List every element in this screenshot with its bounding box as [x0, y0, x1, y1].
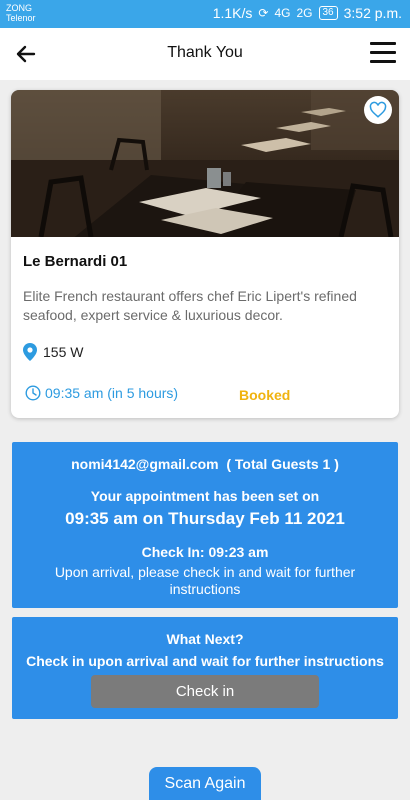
network-speed: 1.1K/s: [212, 5, 253, 21]
what-next-instructions: Check in upon arrival and wait for furth…: [26, 653, 384, 669]
carrier-info: ZONG Telenor: [6, 3, 36, 23]
menu-button[interactable]: [370, 42, 396, 64]
scan-again-button[interactable]: Scan Again: [149, 767, 261, 800]
carrier-1: ZONG: [6, 3, 32, 13]
app-header: Thank You: [0, 28, 410, 80]
total-guests: ( Total Guests 1 ): [226, 456, 339, 472]
clock-icon: [25, 385, 41, 401]
check-in-button[interactable]: Check in: [91, 675, 319, 708]
restaurant-card[interactable]: Le Bernardi 01 Elite French restaurant o…: [11, 90, 399, 418]
page-title: Thank You: [167, 44, 243, 61]
check-in-time: Check In: 09:23 am: [141, 544, 269, 560]
carrier-2: Telenor: [6, 13, 36, 23]
status-bar: ZONG Telenor 1.1K/s ⟳ 4G 2G 36 3:52 p.m.: [0, 0, 410, 28]
sync-icon: ⟳: [258, 6, 269, 20]
email-line: nomi4142@gmail.com ( Total Guests 1 ): [12, 456, 398, 472]
status-time: 3:52 p.m.: [343, 5, 402, 21]
heart-outline-icon: [369, 101, 387, 118]
appointment-datetime: 09:35 am on Thursday Feb 11 2021: [65, 509, 345, 528]
arrival-note: Upon arrival, please check in and wait f…: [54, 564, 356, 597]
network-2-label: 2G: [296, 6, 313, 20]
hamburger-menu-icon: [370, 42, 396, 45]
what-next-panel: What Next? Check in upon arrival and wai…: [12, 617, 398, 719]
status-badge: Booked: [239, 387, 291, 403]
appointment-set-label: Your appointment has been set on: [90, 488, 320, 504]
booking-time: 09:35 am (in 5 hours): [45, 385, 179, 401]
address-row: 155 W: [23, 343, 83, 361]
restaurant-description: Elite French restaurant offers chef Eric…: [23, 288, 357, 323]
favorite-button[interactable]: [364, 96, 392, 124]
what-next-title: What Next?: [166, 631, 244, 647]
user-email: nomi4142@gmail.com: [71, 456, 219, 472]
location-pin-icon: [23, 343, 37, 361]
restaurant-address: 155 W: [43, 344, 84, 360]
battery-icon: 36: [318, 6, 338, 20]
restaurant-image: [11, 90, 399, 237]
network-1-label: 4G: [274, 6, 291, 20]
restaurant-name: Le Bernardi 01: [23, 253, 128, 270]
time-row: 09:35 am (in 5 hours): [25, 385, 178, 401]
appointment-panel: nomi4142@gmail.com ( Total Guests 1 ) Yo…: [12, 442, 398, 608]
status-indicators: 1.1K/s ⟳ 4G 2G 36 3:52 p.m.: [213, 5, 402, 21]
